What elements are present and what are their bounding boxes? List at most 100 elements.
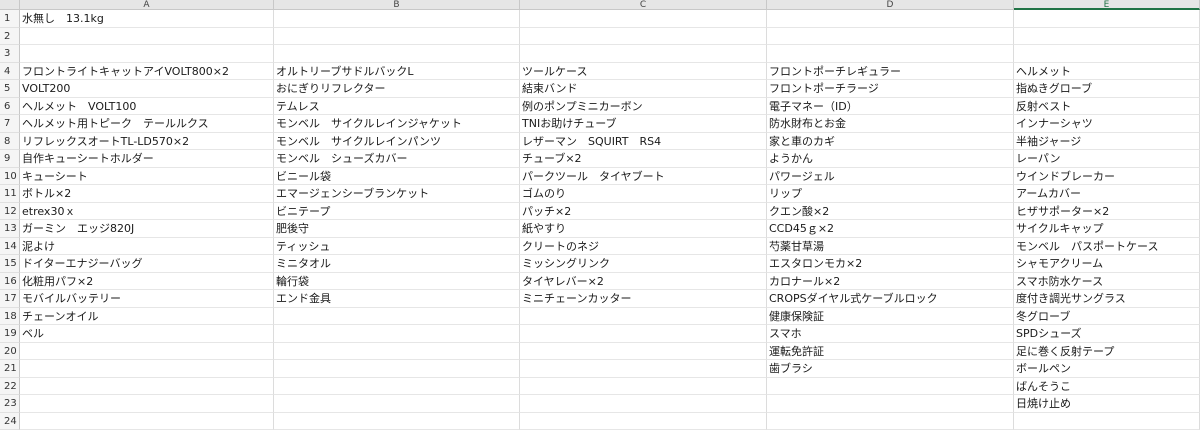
cell-a5[interactable]: VOLT200 [20,80,274,98]
cell-a22[interactable] [20,377,274,395]
cell-c16[interactable]: タイヤレバー×2 [520,272,767,290]
cell-c2[interactable] [520,27,767,45]
cell-b12[interactable]: ビニテープ [274,202,520,220]
column-header-e[interactable]: E [1014,0,1200,10]
cell-b24[interactable] [274,412,520,430]
cell-a23[interactable] [20,395,274,413]
cell-d12[interactable]: クエン酸×2 [767,202,1014,220]
cell-b19[interactable] [274,325,520,343]
column-header-a[interactable]: A [20,0,274,10]
cell-c12[interactable]: パッチ×2 [520,202,767,220]
cell-d2[interactable] [767,27,1014,45]
cell-b7[interactable]: モンベル サイクルレインジャケット [274,115,520,133]
cell-e10[interactable]: ウインドブレーカー [1014,167,1200,185]
cell-b5[interactable]: おにぎりリフレクター [274,80,520,98]
cell-c23[interactable] [520,395,767,413]
column-header-c[interactable]: C [520,0,767,10]
cell-b2[interactable] [274,27,520,45]
cell-d24[interactable] [767,412,1014,430]
cell-d8[interactable]: 家と車のカギ [767,132,1014,150]
cell-e4[interactable]: ヘルメット [1014,62,1200,80]
cell-e23[interactable]: 日焼け止め [1014,395,1200,413]
cell-e15[interactable]: シャモアクリーム [1014,255,1200,273]
cell-c7[interactable]: TNIお助けチューブ [520,115,767,133]
cell-d5[interactable]: フロントポーチラージ [767,80,1014,98]
cell-b11[interactable]: エマージェンシーブランケット [274,185,520,203]
cell-c15[interactable]: ミッシングリンク [520,255,767,273]
cell-a15[interactable]: ドイターエナジーバッグ [20,255,274,273]
cell-e8[interactable]: 半袖ジャージ [1014,132,1200,150]
cell-e7[interactable]: インナーシャツ [1014,115,1200,133]
cell-a12[interactable]: etrex30ｘ [20,202,274,220]
cell-c21[interactable] [520,360,767,378]
cell-e14[interactable]: モンベル パスポートケース [1014,237,1200,255]
cell-d6[interactable]: 電子マネー（ID） [767,97,1014,115]
cell-d23[interactable] [767,395,1014,413]
row-header[interactable]: 13 [0,220,20,238]
cell-e11[interactable]: アームカバー [1014,185,1200,203]
cell-d13[interactable]: CCD45ｇ×2 [767,220,1014,238]
row-header[interactable]: 7 [0,115,20,133]
cell-c11[interactable]: ゴムのり [520,185,767,203]
cell-b3[interactable] [274,45,520,63]
cell-c20[interactable] [520,342,767,360]
cell-d21[interactable]: 歯ブラシ [767,360,1014,378]
cell-a11[interactable]: ボトル×2 [20,185,274,203]
cell-d11[interactable]: リップ [767,185,1014,203]
cell-e19[interactable]: SPDシューズ [1014,325,1200,343]
cell-a9[interactable]: 自作キューシートホルダー [20,150,274,168]
cell-b14[interactable]: ティッシュ [274,237,520,255]
row-header[interactable]: 10 [0,167,20,185]
cell-b16[interactable]: 輪行袋 [274,272,520,290]
cell-a7[interactable]: ヘルメット用トピーク テールルクス [20,115,274,133]
row-header[interactable]: 14 [0,237,20,255]
cell-e24[interactable] [1014,412,1200,430]
row-header[interactable]: 17 [0,290,20,308]
cell-b15[interactable]: ミニタオル [274,255,520,273]
cell-c9[interactable]: チューブ×2 [520,150,767,168]
cell-e6[interactable]: 反射ベスト [1014,97,1200,115]
cell-c19[interactable] [520,325,767,343]
cell-c5[interactable]: 結束バンド [520,80,767,98]
row-header[interactable]: 9 [0,150,20,168]
cell-b20[interactable] [274,342,520,360]
column-header-b[interactable]: B [274,0,520,10]
row-header[interactable]: 6 [0,97,20,115]
cell-d16[interactable]: カロナール×2 [767,272,1014,290]
cell-a21[interactable] [20,360,274,378]
cell-c24[interactable] [520,412,767,430]
cell-e16[interactable]: スマホ防水ケース [1014,272,1200,290]
cell-c1[interactable] [520,10,767,28]
row-header[interactable]: 18 [0,307,20,325]
cell-c8[interactable]: レザーマン SQUIRT RS4 [520,132,767,150]
cell-e5[interactable]: 指ぬきグローブ [1014,80,1200,98]
cell-e1[interactable] [1014,10,1200,28]
cell-b22[interactable] [274,377,520,395]
cell-a4[interactable]: フロントライトキャットアイVOLT800×2 [20,62,274,80]
cell-a24[interactable] [20,412,274,430]
cell-c17[interactable]: ミニチェーンカッター [520,290,767,308]
row-header[interactable]: 19 [0,325,20,343]
cell-e13[interactable]: サイクルキャップ [1014,220,1200,238]
row-header[interactable]: 2 [0,27,20,45]
cell-d10[interactable]: パワージェル [767,167,1014,185]
cell-e18[interactable]: 冬グローブ [1014,307,1200,325]
cell-e20[interactable]: 足に巻く反射テープ [1014,342,1200,360]
cell-b23[interactable] [274,395,520,413]
cell-d15[interactable]: エスタロンモカ×2 [767,255,1014,273]
cell-d22[interactable] [767,377,1014,395]
cell-d19[interactable]: スマホ [767,325,1014,343]
cell-e3[interactable] [1014,45,1200,63]
cell-d14[interactable]: 芍薬甘草湯 [767,237,1014,255]
cell-c18[interactable] [520,307,767,325]
cell-a10[interactable]: キューシート [20,167,274,185]
cell-a8[interactable]: リフレックスオートTL-LD570×2 [20,132,274,150]
cell-a14[interactable]: 泥よけ [20,237,274,255]
cell-a19[interactable]: ベル [20,325,274,343]
cell-d3[interactable] [767,45,1014,63]
cell-e17[interactable]: 度付き調光サングラス [1014,290,1200,308]
select-all-corner[interactable] [0,0,20,10]
cell-c4[interactable]: ツールケース [520,62,767,80]
row-header[interactable]: 20 [0,342,20,360]
cell-e9[interactable]: レーパン [1014,150,1200,168]
